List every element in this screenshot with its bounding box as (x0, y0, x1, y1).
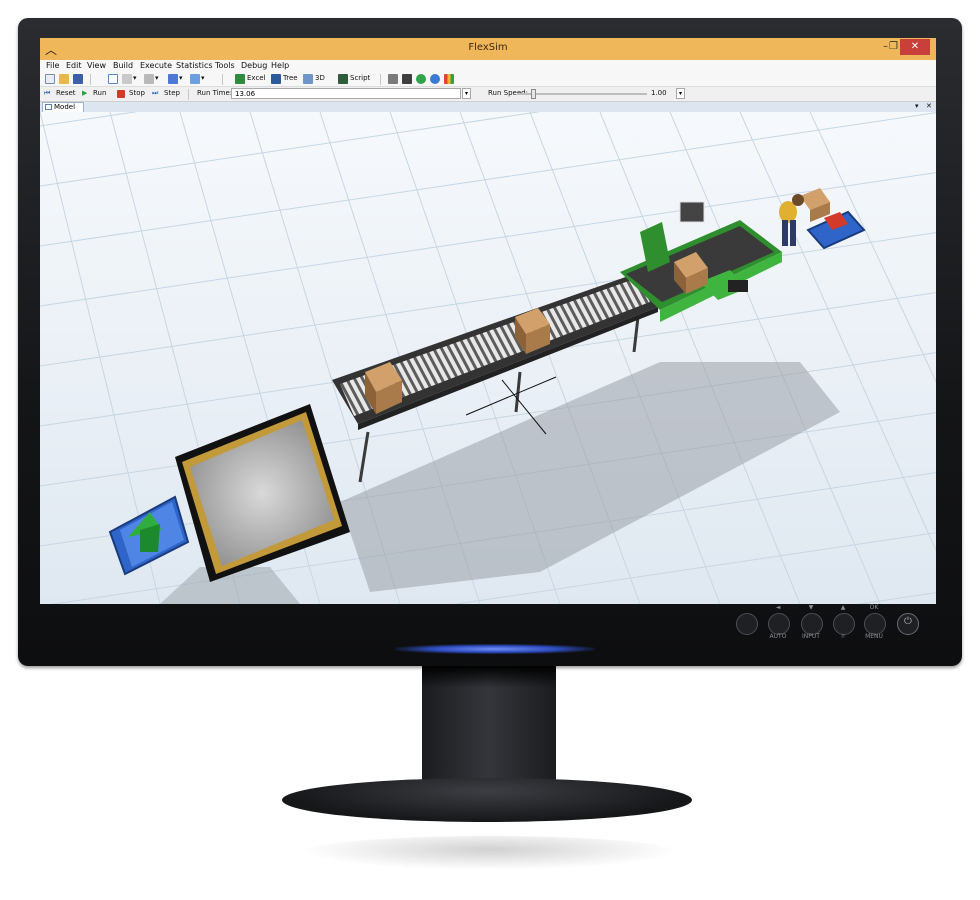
monitor-auto-button[interactable] (768, 613, 790, 635)
3d-button[interactable]: 3D (315, 74, 325, 82)
monitor-input-button[interactable] (801, 613, 823, 635)
computer-monitor (679, 201, 705, 223)
save-icon[interactable] (73, 74, 83, 84)
chevron-down-icon[interactable]: ▾ (201, 74, 205, 82)
run-icon[interactable]: ▶ (82, 89, 87, 97)
tree-button[interactable]: Tree (283, 74, 298, 82)
title-bar: ︿ FlexSim – ❐ ✕ (40, 38, 936, 61)
pointer-mode-icon[interactable] (108, 74, 118, 84)
menu-edit[interactable]: Edit (66, 61, 82, 70)
monitor-reflection (300, 836, 680, 870)
power-icon: ⏻ (904, 616, 912, 627)
monitor-base (282, 778, 692, 822)
monitor-status-light (395, 644, 595, 654)
close-button[interactable]: ✕ (900, 39, 930, 55)
new-file-icon[interactable] (45, 74, 55, 84)
dashboard-icon[interactable] (402, 74, 412, 84)
left-arrow-icon: ◄ (775, 604, 781, 611)
stop-icon[interactable] (117, 90, 125, 98)
menu-debug[interactable]: Debug (241, 61, 267, 70)
run-time-label: Run Time: (197, 89, 233, 97)
reset-button[interactable]: Reset (56, 89, 76, 97)
script-button[interactable]: Script (350, 74, 370, 82)
select-objects-icon[interactable] (168, 74, 178, 84)
window-title: FlexSim (468, 42, 508, 53)
menu-file[interactable]: File (46, 61, 59, 70)
minimize-button[interactable]: – (883, 41, 888, 52)
main-toolbar: ▾ ▾ ▾ ▾ Excel Tree 3D Script (40, 72, 936, 87)
menu-help[interactable]: Help (271, 61, 289, 70)
disconnect-icon[interactable] (144, 74, 154, 84)
chevron-down-icon[interactable]: ▾ (179, 74, 183, 82)
menu-execute[interactable]: Execute (140, 61, 172, 70)
excel-icon[interactable] (235, 74, 245, 84)
monitor-brightness-button[interactable] (833, 613, 855, 635)
chevron-down-icon[interactable]: ▾ (155, 74, 159, 82)
connect-objects-icon[interactable] (122, 74, 132, 84)
chevron-down-icon[interactable]: ▾ (133, 74, 137, 82)
flexsim-window: ︿ FlexSim – ❐ ✕ File Edit View Build Exe… (40, 38, 936, 604)
tab-list-button[interactable]: ▾ (915, 102, 919, 110)
run-time-field[interactable]: 13.06 (231, 88, 461, 99)
tab-model-label: Model (54, 103, 76, 111)
monitor-menu-button[interactable] (864, 613, 886, 635)
restore-button[interactable]: ❐ (889, 41, 898, 52)
monitor-power-button[interactable]: ⏻ (897, 613, 919, 635)
help-icon[interactable] (416, 74, 426, 84)
model-3d-view[interactable] (40, 112, 936, 604)
run-speed-slider-thumb[interactable] (531, 89, 536, 99)
online-icon[interactable] (430, 74, 440, 84)
menu-statistics[interactable]: Statistics (176, 61, 213, 70)
tab-close-button[interactable]: ✕ (926, 102, 932, 110)
up-arrow-icon: ▲ (840, 604, 846, 611)
step-button[interactable]: Step (164, 89, 180, 97)
3d-view-icon[interactable] (303, 74, 313, 84)
scale-display (728, 280, 748, 292)
run-speed-slider[interactable] (517, 93, 647, 95)
object-properties-icon[interactable] (190, 74, 200, 84)
model-view-icon (45, 104, 52, 110)
tree-icon[interactable] (271, 74, 281, 84)
excel-button[interactable]: Excel (247, 74, 266, 82)
step-icon[interactable]: ⏭ (152, 89, 158, 98)
document-tab-bar: ▾ ✕ (40, 102, 936, 112)
down-arrow-icon: ▼ (808, 604, 814, 611)
stop-button[interactable]: Stop (129, 89, 145, 97)
model-layout-icon[interactable] (388, 74, 398, 84)
menu-view[interactable]: View (87, 61, 106, 70)
run-time-dropdown[interactable]: ▾ (462, 88, 471, 99)
tab-model[interactable]: Model (42, 102, 84, 112)
statistics-chart-icon[interactable] (444, 74, 454, 84)
monitor-input-icon-button[interactable] (736, 613, 758, 635)
open-folder-icon[interactable] (59, 74, 69, 84)
run-button[interactable]: Run (93, 89, 106, 97)
ok-label: OK (869, 604, 879, 611)
menu-label: MENU (865, 633, 883, 640)
run-control-bar: ⏮ Reset ▶ Run Stop ⏭ Step Run Time: Run … (40, 87, 936, 102)
menu-bar: File Edit View Build Execute Statistics … (40, 60, 936, 72)
run-speed-value: 1.00 (651, 89, 667, 97)
reset-icon[interactable]: ⏮ (44, 89, 50, 98)
script-icon[interactable] (338, 74, 348, 84)
run-speed-dropdown[interactable]: ▾ (676, 88, 685, 99)
menu-tools[interactable]: Tools (215, 61, 235, 70)
menu-build[interactable]: Build (113, 61, 133, 70)
